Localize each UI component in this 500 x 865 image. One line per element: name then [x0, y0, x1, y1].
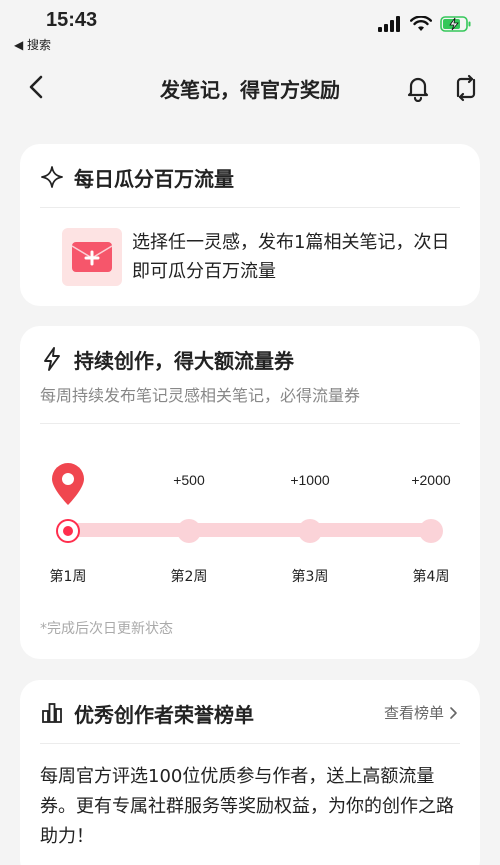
- week-2-dot: [177, 519, 201, 543]
- week-1-dot: [58, 521, 78, 541]
- card-header: 优秀创作者荣誉榜单: [40, 698, 254, 728]
- divider: [40, 743, 460, 744]
- week-4-prize: +2000: [411, 472, 451, 488]
- signal-icon: [378, 16, 400, 32]
- nav-bar: 发笔记，得官方奖励: [0, 60, 500, 116]
- back-to-app-link[interactable]: ◀ 搜索: [14, 36, 51, 53]
- daily-traffic-card: 每日瓜分百万流量 选择任一灵感，发布1篇相关笔记，次日即可瓜分百万流量: [20, 144, 480, 306]
- card-header: 持续创作，得大额流量券: [40, 344, 294, 374]
- weekly-streak-card: 持续创作，得大额流量券 每周持续发布笔记灵感相关笔记，必得流量券 +500 +1…: [20, 326, 480, 659]
- progress-track: [68, 523, 434, 537]
- switch-icon[interactable]: [452, 74, 480, 102]
- divider: [40, 423, 460, 424]
- week-2-prize: +500: [173, 472, 205, 488]
- card-title: 持续创作，得大额流量券: [74, 348, 294, 373]
- sparkle-icon: [40, 165, 64, 189]
- bar-chart-icon: [40, 701, 64, 725]
- honor-list-card: 优秀创作者荣誉榜单 查看榜单 每周官方评选100位优质参与作者，送上高额流量券。…: [20, 680, 480, 865]
- card-description: 选择任一灵感，发布1篇相关笔记，次日即可瓜分百万流量: [132, 232, 450, 282]
- week-1-label: 第1周: [49, 569, 87, 585]
- red-envelope-icon: [62, 228, 122, 286]
- status-time: 15:43: [46, 9, 98, 31]
- week-3-dot: [298, 519, 322, 543]
- update-note: *完成后次日更新状态: [40, 621, 173, 637]
- view-ranking-label: 查看榜单: [383, 704, 444, 722]
- location-pin-icon: [52, 463, 84, 505]
- view-ranking-link[interactable]: 查看榜单: [384, 702, 458, 723]
- week-3-prize: +1000: [290, 472, 330, 488]
- battery-charging-icon: [440, 16, 471, 32]
- lightning-icon: [40, 347, 64, 371]
- divider: [40, 207, 460, 208]
- status-icons: [378, 16, 472, 32]
- card-description: 每周官方评选100位优质参与作者，送上高额流量券。更有专属社群服务等奖励权益，为…: [40, 766, 454, 847]
- week-3-label: 第3周: [291, 569, 329, 585]
- week-4-label: 第4周: [412, 569, 450, 585]
- card-subtitle: 每周持续发布笔记灵感相关笔记，必得流量券: [40, 386, 361, 405]
- wifi-icon: [410, 16, 432, 31]
- week-2-label: 第2周: [170, 569, 208, 585]
- status-bar: 15:43 ◀ 搜索: [0, 0, 500, 56]
- card-title: 优秀创作者荣誉榜单: [74, 702, 254, 727]
- chevron-right-icon: [450, 706, 457, 719]
- card-title: 每日瓜分百万流量: [74, 166, 234, 191]
- week-4-dot: [419, 519, 443, 543]
- card-header: 每日瓜分百万流量: [40, 162, 234, 192]
- bell-icon[interactable]: [404, 74, 432, 102]
